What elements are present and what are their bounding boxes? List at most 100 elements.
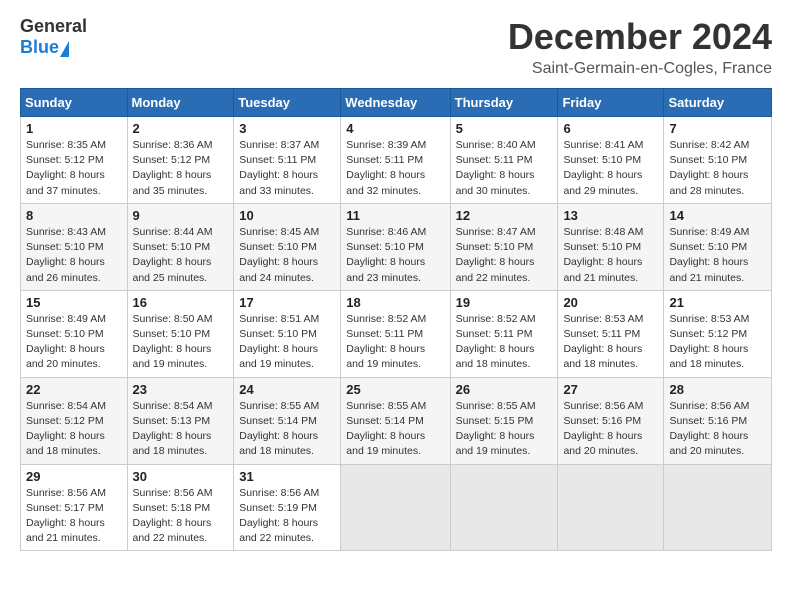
calendar-cell: 27 Sunrise: 8:56 AMSunset: 5:16 PMDayligh… — [558, 377, 664, 464]
day-info: Sunrise: 8:43 AMSunset: 5:10 PMDaylight:… — [26, 225, 122, 286]
day-number: 19 — [456, 295, 553, 310]
sunset-text: Sunset: 5:10 PM — [26, 241, 104, 253]
sunset-text: Sunset: 5:14 PM — [346, 415, 424, 427]
sunrise-text: Sunrise: 8:54 AM — [133, 400, 213, 412]
day-number: 28 — [669, 382, 766, 397]
day-info: Sunrise: 8:56 AMSunset: 5:18 PMDaylight:… — [133, 486, 229, 547]
sunset-text: Sunset: 5:16 PM — [669, 415, 747, 427]
calendar-week-row: 22 Sunrise: 8:54 AMSunset: 5:12 PMDayligh… — [21, 377, 772, 464]
day-number: 25 — [346, 382, 444, 397]
day-info: Sunrise: 8:46 AMSunset: 5:10 PMDaylight:… — [346, 225, 444, 286]
daylight-text: Daylight: 8 hours and 28 minutes. — [669, 169, 748, 196]
daylight-text: Daylight: 8 hours and 29 minutes. — [563, 169, 642, 196]
sunrise-text: Sunrise: 8:55 AM — [456, 400, 536, 412]
calendar-cell: 10Sunrise: 8:45 AMSunset: 5:10 PMDayligh… — [234, 203, 341, 290]
calendar-cell: 9Sunrise: 8:44 AMSunset: 5:10 PMDaylight… — [127, 203, 234, 290]
day-number: 13 — [563, 208, 658, 223]
daylight-text: Daylight: 8 hours and 20 minutes. — [563, 430, 642, 457]
sunset-text: Sunset: 5:12 PM — [26, 154, 104, 166]
sunrise-text: Sunrise: 8:44 AM — [133, 226, 213, 238]
day-info: Sunrise: 8:52 AMSunset: 5:11 PMDaylight:… — [346, 312, 444, 373]
day-info: Sunrise: 8:49 AMSunset: 5:10 PMDaylight:… — [26, 312, 122, 373]
sunset-text: Sunset: 5:10 PM — [563, 154, 641, 166]
day-info: Sunrise: 8:52 AMSunset: 5:11 PMDaylight:… — [456, 312, 553, 373]
calendar-cell — [664, 464, 772, 551]
day-number: 27 — [563, 382, 658, 397]
daylight-text: Daylight: 8 hours and 21 minutes. — [669, 256, 748, 283]
calendar-header: Sunday Monday Tuesday Wednesday Thursday… — [21, 89, 772, 117]
sunrise-text: Sunrise: 8:49 AM — [26, 313, 106, 325]
sunset-text: Sunset: 5:11 PM — [346, 154, 423, 166]
day-info: Sunrise: 8:56 AMSunset: 5:16 PMDaylight:… — [669, 399, 766, 460]
sunset-text: Sunset: 5:18 PM — [133, 502, 211, 514]
day-number: 24 — [239, 382, 335, 397]
calendar-cell: 4Sunrise: 8:39 AMSunset: 5:11 PMDaylight… — [341, 117, 450, 204]
daylight-text: Daylight: 8 hours and 30 minutes. — [456, 169, 535, 196]
day-number: 9 — [133, 208, 229, 223]
sunrise-text: Sunrise: 8:40 AM — [456, 139, 536, 151]
logo: General Blue — [20, 16, 87, 58]
day-info: Sunrise: 8:50 AM Sunset: 5:10 PM Daylight:… — [133, 312, 229, 373]
daylight-text: Daylight: 8 hours and 18 minutes. — [133, 430, 212, 457]
day-number: 6 — [563, 121, 658, 136]
sunrise-text: Sunrise: 8:50 AM — [133, 313, 213, 325]
header-monday: Monday — [127, 89, 234, 117]
calendar-cell: 2Sunrise: 8:36 AMSunset: 5:12 PMDaylight… — [127, 117, 234, 204]
calendar-week-row: 1 Sunrise: 8:35 AMSunset: 5:12 PMDaylight… — [21, 117, 772, 204]
day-number: 2 — [133, 121, 229, 136]
sunrise-text: Sunrise: 8:41 AM — [563, 139, 643, 151]
day-number: 26 — [456, 382, 553, 397]
day-number: 1 — [26, 121, 122, 136]
day-info: Sunrise: 8:55 AMSunset: 5:15 PMDaylight:… — [456, 399, 553, 460]
day-info: Sunrise: 8:49 AMSunset: 5:10 PMDaylight:… — [669, 225, 766, 286]
sunset-text: Sunset: 5:16 PM — [563, 415, 641, 427]
day-info: Sunrise: 8:53 AMSunset: 5:11 PMDaylight:… — [563, 312, 658, 373]
day-info: Sunrise: 8:41 AM Sunset: 5:10 PM Daylight:… — [563, 138, 658, 199]
sunrise-text: Sunrise: 8:56 AM — [239, 487, 319, 499]
sunrise-text: Sunrise: 8:54 AM — [26, 400, 106, 412]
day-number: 23 — [133, 382, 229, 397]
calendar-cell — [558, 464, 664, 551]
sunrise-text: Sunrise: 8:56 AM — [26, 487, 106, 499]
sunrise-text: Sunrise: 8:55 AM — [239, 400, 319, 412]
daylight-text: Daylight: 8 hours and 18 minutes. — [26, 430, 105, 457]
logo-triangle-icon — [60, 41, 69, 57]
calendar-cell: 8Sunrise: 8:43 AMSunset: 5:10 PMDaylight… — [21, 203, 128, 290]
calendar-cell: 23 Sunrise: 8:54 AMSunset: 5:13 PMDayligh… — [127, 377, 234, 464]
sunrise-text: Sunrise: 8:42 AM — [669, 139, 749, 151]
day-number: 17 — [239, 295, 335, 310]
daylight-text: Daylight: 8 hours and 22 minutes. — [456, 256, 535, 283]
sunrise-text: Sunrise: 8:52 AM — [456, 313, 536, 325]
header-saturday: Saturday — [664, 89, 772, 117]
daylight-text: Daylight: 8 hours and 21 minutes. — [563, 256, 642, 283]
calendar-cell: 28 Sunrise: 8:56 AMSunset: 5:16 PMDayligh… — [664, 377, 772, 464]
day-info: Sunrise: 8:39 AMSunset: 5:11 PMDaylight:… — [346, 138, 444, 199]
daylight-text: Daylight: 8 hours and 19 minutes. — [133, 343, 212, 370]
day-number: 30 — [133, 469, 229, 484]
sunrise-text: Sunrise: 8:45 AM — [239, 226, 319, 238]
sunset-text: Sunset: 5:10 PM — [26, 328, 104, 340]
sunset-text: Sunset: 5:10 PM — [133, 328, 211, 340]
day-info: Sunrise: 8:35 AMSunset: 5:12 PMDaylight:… — [26, 138, 122, 199]
day-info: Sunrise: 8:54 AMSunset: 5:13 PMDaylight:… — [133, 399, 229, 460]
daylight-text: Daylight: 8 hours and 23 minutes. — [346, 256, 425, 283]
sunset-text: Sunset: 5:10 PM — [346, 241, 424, 253]
sunrise-text: Sunrise: 8:36 AM — [133, 139, 213, 151]
daylight-text: Daylight: 8 hours and 19 minutes. — [346, 343, 425, 370]
day-info: Sunrise: 8:55 AMSunset: 5:14 PMDaylight:… — [346, 399, 444, 460]
day-info: Sunrise: 8:53 AMSunset: 5:12 PMDaylight:… — [669, 312, 766, 373]
day-info: Sunrise: 8:56 AMSunset: 5:19 PMDaylight:… — [239, 486, 335, 547]
sunset-text: Sunset: 5:12 PM — [669, 328, 747, 340]
day-info: Sunrise: 8:37 AMSunset: 5:11 PMDaylight:… — [239, 138, 335, 199]
calendar-cell: 15Sunrise: 8:49 AMSunset: 5:10 PMDayligh… — [21, 290, 128, 377]
sunset-text: Sunset: 5:12 PM — [133, 154, 211, 166]
day-info: Sunrise: 8:54 AMSunset: 5:12 PMDaylight:… — [26, 399, 122, 460]
sunrise-text: Sunrise: 8:53 AM — [563, 313, 643, 325]
day-number: 29 — [26, 469, 122, 484]
month-title: December 2024 — [508, 16, 772, 58]
daylight-text: Daylight: 8 hours and 21 minutes. — [26, 517, 105, 544]
day-number: 22 — [26, 382, 122, 397]
day-number: 18 — [346, 295, 444, 310]
day-info: Sunrise: 8:56 AMSunset: 5:16 PMDaylight:… — [563, 399, 658, 460]
daylight-text: Daylight: 8 hours and 22 minutes. — [133, 517, 212, 544]
